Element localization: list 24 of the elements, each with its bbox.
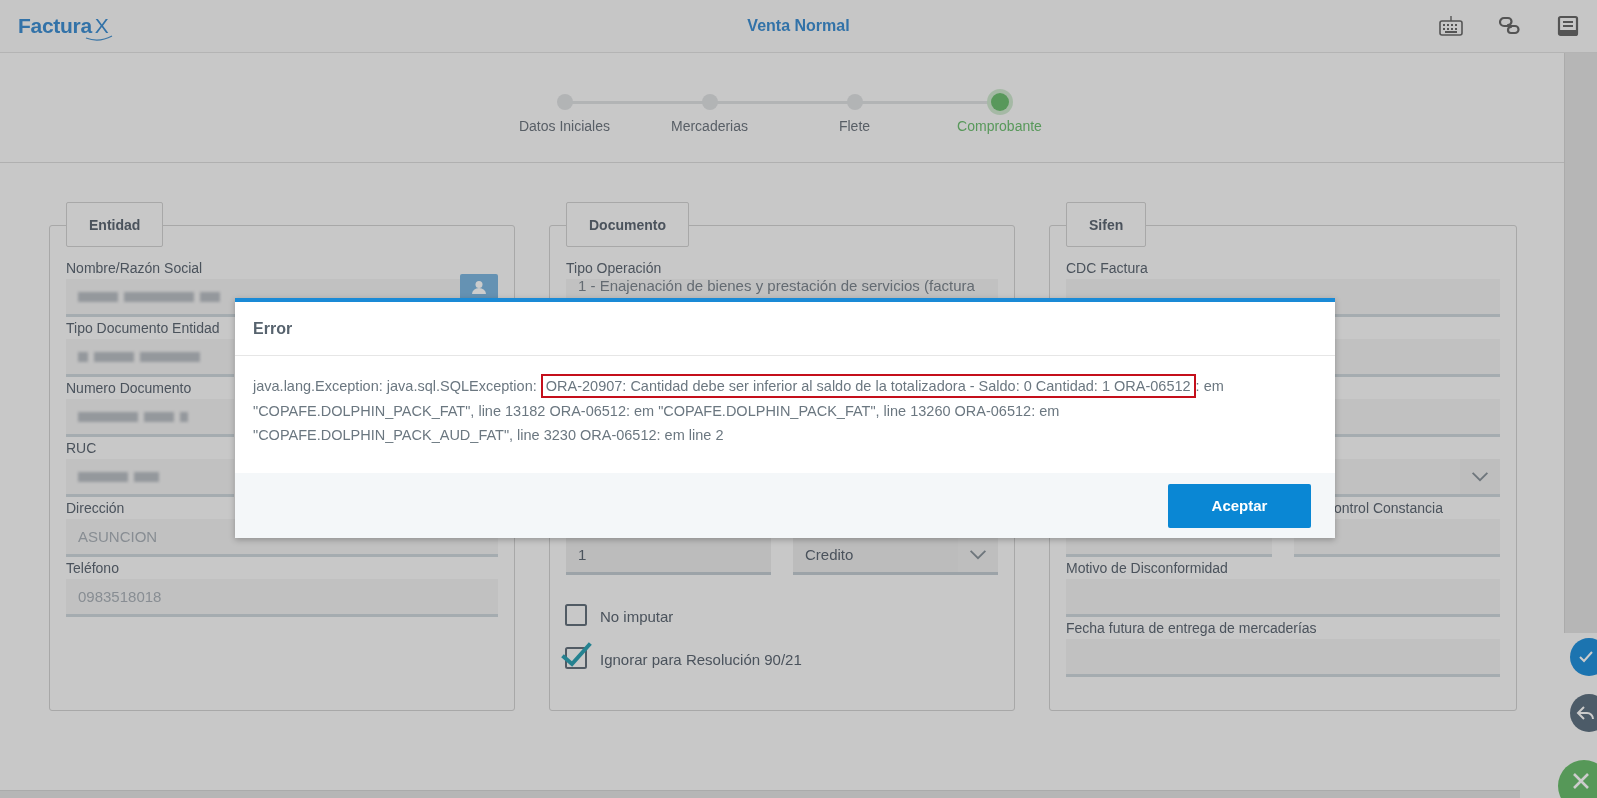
- field-label: Nombre/Razón Social: [66, 259, 203, 278]
- step-label[interactable]: Comprobante: [957, 118, 1042, 134]
- checkbox-label: No imputar: [600, 607, 674, 625]
- field-label: Tipo Operación: [566, 259, 662, 278]
- field-label: Numero Documento: [66, 379, 192, 398]
- field-label: Tipo Documento Entidad: [66, 319, 220, 338]
- checkbox-label: Ignorar para Resolución 90/21: [600, 650, 802, 668]
- select-field[interactable]: Credito: [793, 537, 998, 575]
- step-label[interactable]: Datos Iniciales: [518, 118, 610, 134]
- step-label[interactable]: Mercaderias: [671, 118, 748, 134]
- field-label: RUC: [66, 439, 97, 458]
- field-label: Teléfono: [66, 559, 119, 578]
- dialog-title: Error: [253, 319, 293, 338]
- step-label[interactable]: Flete: [838, 118, 871, 134]
- field-label: Fecha futura de entrega de mercaderías: [1066, 619, 1317, 638]
- field-label: ontrol Constancia: [1333, 499, 1443, 518]
- page-title: Venta Normal: [747, 17, 850, 35]
- highlight-box: ORA-20907: Cantidad debe ser inferior al saldo de la totalizadora - Saldo: 0 Cantidad: 1 ORA-06512: [540, 374, 1196, 398]
- input-field[interactable]: 1: [566, 537, 771, 575]
- field-label: CDC Factura: [1066, 259, 1148, 278]
- field-label: Dirección: [66, 499, 125, 518]
- field-label: Motivo de Disconformidad: [1066, 559, 1228, 578]
- error-message: java.lang.Exception: java.sql.SQLException: ORA-20907: Cantidad debe ser inferior al saldo de la totalizadora - Saldo: 0 Cantidad: 1 ORA-06512 : em "COPAFE.DOLPHIN_PACK_FAT", line 13182 ORA-06512: em "COPAFE.DOLPHIN_PACK_FAT", line 13260 ORA-06512: em "COPAFE.DOLPHIN_PACK_AUD_FAT", line 3230 ORA-06512: em line 2: [253, 374, 1253, 448]
- accept-button[interactable]: Aceptar: [1168, 483, 1311, 528]
